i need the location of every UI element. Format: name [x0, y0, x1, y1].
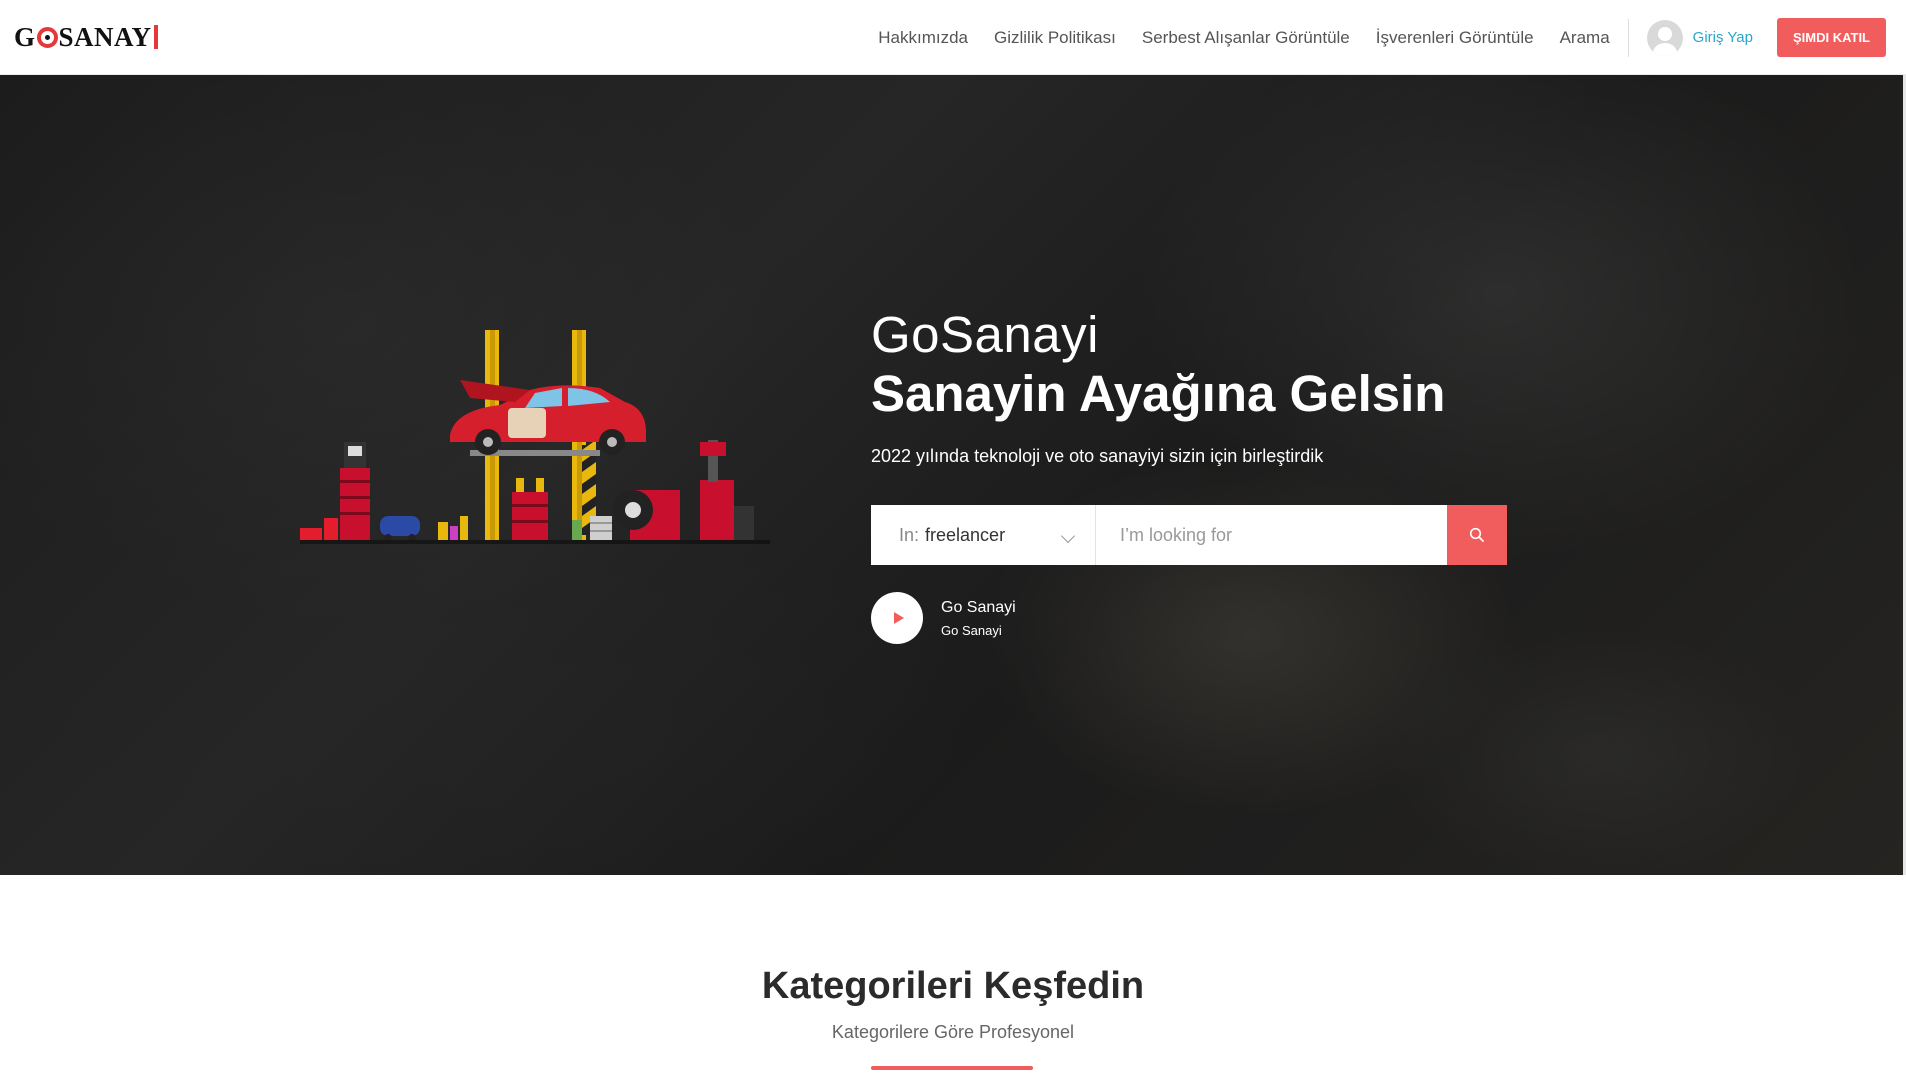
nav-freelancers[interactable]: Serbest Alışanlar Görüntüle: [1142, 28, 1350, 48]
tire-machines: [613, 440, 754, 540]
hero-subtitle: 2022 yılında teknoloji ve oto sanayiyi s…: [871, 446, 1324, 466]
categories-subtitle: Kategorilere Göre Profesyonel: [831, 1022, 1075, 1042]
nav-employers[interactable]: İşverenleri Görüntüle: [1376, 28, 1534, 48]
hero-background-overlay: [0, 75, 1906, 875]
search-icon: [1469, 527, 1484, 542]
logo-bar-icon: [153, 25, 158, 49]
hero-title-slogan: Sanayin Ayağına Gelsin: [871, 365, 1446, 422]
search-input[interactable]: [1096, 505, 1447, 565]
play-button[interactable]: [871, 592, 923, 644]
chevron-down-icon: [1060, 528, 1076, 544]
play-icon: [893, 612, 904, 624]
search-category-select[interactable]: In: freelancer: [871, 505, 1096, 565]
hero-section: GoSanayi Sanayin Ayağına Gelsin 2022 yıl…: [0, 75, 1906, 875]
search-button[interactable]: [1447, 505, 1507, 565]
logo[interactable]: G SANAY: [14, 22, 158, 53]
hero-title-brand: GoSanayi: [871, 306, 1099, 363]
user-avatar-icon[interactable]: [1646, 19, 1683, 56]
categories-underline: [871, 1066, 1033, 1070]
logo-text: SANAY: [58, 21, 152, 52]
search-select-value: freelancer: [925, 524, 1006, 545]
join-now-button[interactable]: ŞIMDI KATIL: [1776, 18, 1886, 57]
garage-illustration-svg: [300, 330, 770, 544]
video-text: Go Sanayi Go Sanayi: [941, 599, 1016, 638]
search-select-prefix: In:: [899, 524, 920, 545]
tool-cabinets-center: [512, 478, 612, 540]
logo-letter-g: G: [14, 21, 36, 52]
categories-title: Kategorileri Keşfedin: [761, 965, 1145, 1007]
red-car: [450, 380, 646, 455]
video-subtitle: Go Sanayi: [941, 622, 1002, 638]
video-link: Go Sanayi Go Sanayi: [871, 592, 1016, 644]
hero-search-bar: In: freelancer: [871, 505, 1507, 565]
login-link[interactable]: Giriş Yap: [1693, 29, 1753, 46]
main-nav: Hakkımızda Gizlilik Politikası Serbest A…: [852, 0, 1886, 75]
site-header: G SANAY Hakkımızda Gizlilik Politikası S…: [0, 0, 1906, 75]
nav-privacy[interactable]: Gizlilik Politikası: [994, 28, 1116, 48]
logo-target-icon: [36, 26, 58, 48]
nav-divider: [1627, 18, 1629, 57]
video-title[interactable]: Go Sanayi: [941, 599, 1016, 617]
garage-illustration: [300, 330, 780, 550]
nav-about[interactable]: Hakkımızda: [878, 28, 968, 48]
nav-search[interactable]: Arama: [1560, 28, 1610, 48]
tool-cabinets-left: [300, 442, 468, 542]
